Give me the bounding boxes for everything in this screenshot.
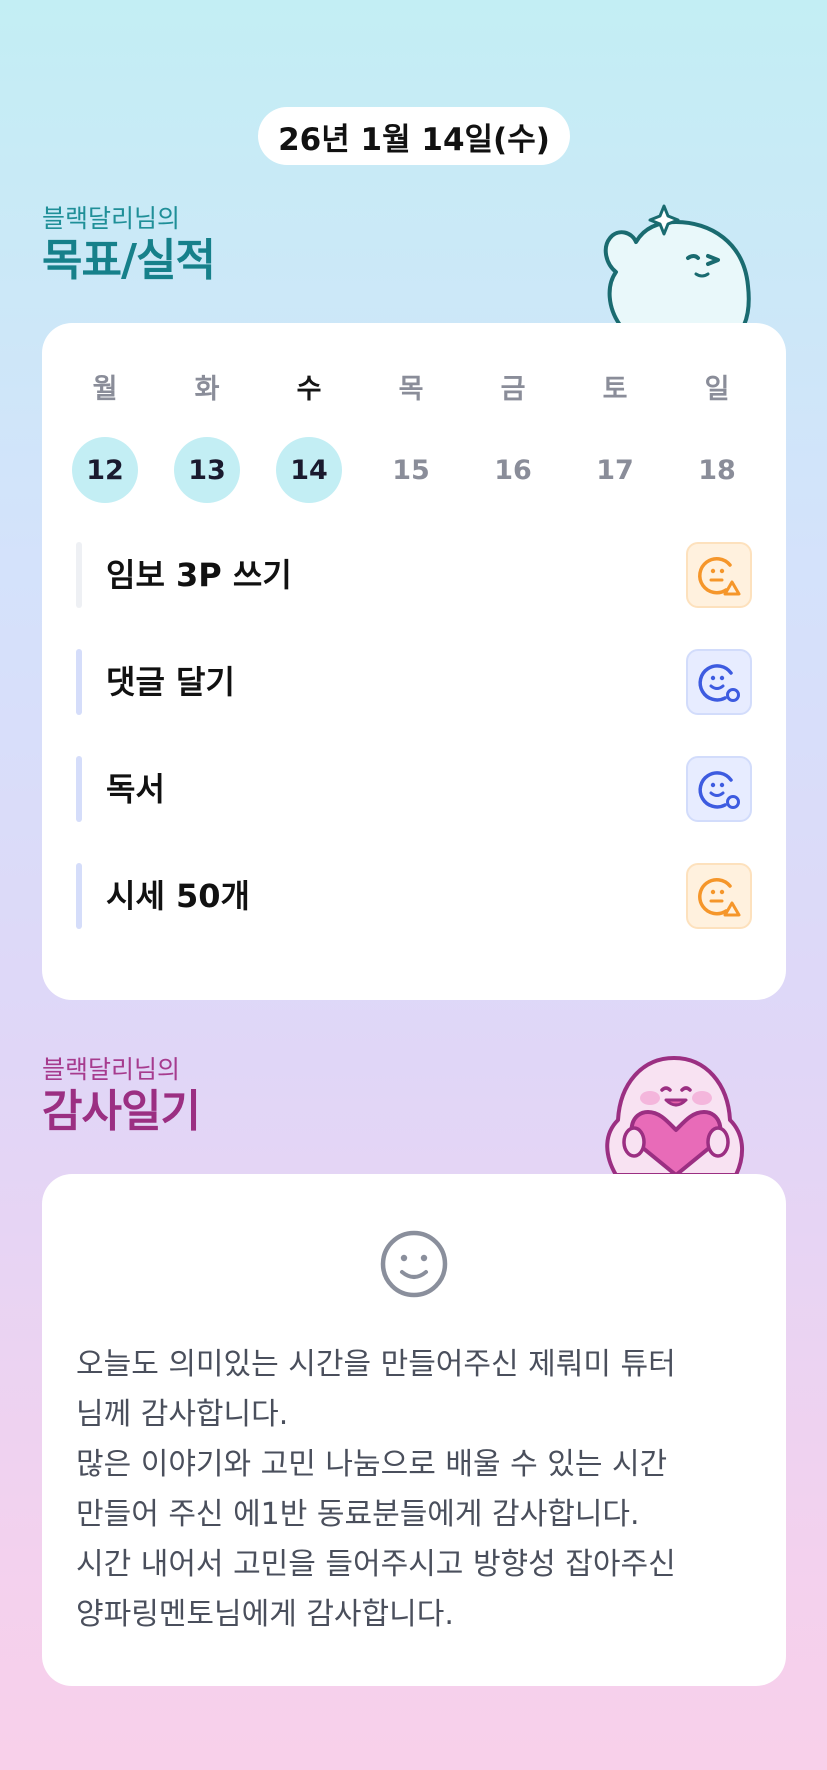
goal-text: 시세 50개 — [106, 877, 250, 915]
goal-text: 독서 — [106, 770, 165, 808]
day-number: 18 — [698, 454, 736, 486]
day-mon[interactable]: 월 12 — [72, 373, 138, 503]
day-label: 금 — [500, 374, 526, 405]
goal-status-button[interactable] — [686, 542, 752, 608]
diary-text: 오늘도 의미있는 시간을 만들어주신 제뤄미 튜터 님께 감사합니다. 많은 이… — [76, 1347, 676, 1632]
diary-title: 감사일기 — [42, 1086, 201, 1137]
goal-bar — [76, 863, 82, 929]
goals-subtitle: 블랙달리님의 — [42, 204, 181, 233]
diary-card: 오늘도 의미있는 시간을 만들어주신 제뤄미 튜터 님께 감사합니다. 많은 이… — [42, 1174, 786, 1686]
day-sat[interactable]: 토 17 — [582, 373, 648, 503]
smiley-face-icon — [380, 1230, 448, 1298]
day-sun[interactable]: 일 18 — [684, 373, 750, 503]
goals-title: 목표/실적 — [42, 235, 216, 286]
goal-bar — [76, 542, 82, 608]
goals-section-heading: 블랙달리님의 목표/실적 — [42, 203, 216, 287]
goal-status-button[interactable] — [686, 649, 752, 715]
day-label: 수 — [296, 374, 322, 405]
day-label: 일 — [704, 374, 730, 405]
heart-mascot-icon — [605, 1056, 744, 1175]
goals-card: 월 12 화 13 수 14 목 15 금 16 토 17 일 18 임보 3P — [42, 323, 786, 1000]
day-number: 16 — [494, 454, 532, 486]
smile-triangle-icon — [698, 557, 741, 596]
diary-section-heading: 블랙달리님의 감사일기 — [42, 1054, 201, 1138]
day-number: 15 — [392, 454, 430, 486]
smile-circle-icon — [698, 664, 740, 702]
day-wed[interactable]: 수 14 — [276, 373, 342, 503]
goal-item[interactable]: 독서 — [76, 756, 752, 822]
goal-item[interactable]: 댓글 달기 — [76, 649, 752, 715]
day-thu[interactable]: 목 15 — [378, 373, 444, 503]
smile-circle-icon — [698, 771, 740, 809]
goal-text: 임보 3P 쓰기 — [106, 556, 292, 594]
day-number: 14 — [276, 437, 342, 503]
goal-bar — [76, 649, 82, 715]
week-calendar: 월 12 화 13 수 14 목 15 금 16 토 17 일 18 — [72, 373, 758, 505]
diary-subtitle: 블랙달리님의 — [42, 1055, 181, 1084]
day-tue[interactable]: 화 13 — [174, 373, 240, 503]
day-label: 토 — [602, 374, 628, 405]
smile-triangle-icon — [698, 878, 741, 917]
day-label: 목 — [398, 374, 424, 405]
day-fri[interactable]: 금 16 — [480, 373, 546, 503]
day-number: 17 — [596, 454, 634, 486]
goal-bar — [76, 756, 82, 822]
goal-status-button[interactable] — [686, 863, 752, 929]
day-number: 12 — [72, 437, 138, 503]
waving-mascot-icon — [603, 204, 751, 325]
goal-text: 댓글 달기 — [106, 663, 235, 701]
date-label: 26년 1월 14일(수) — [278, 121, 550, 158]
day-label: 화 — [194, 374, 220, 405]
date-pill[interactable]: 26년 1월 14일(수) — [258, 107, 570, 165]
day-number: 13 — [174, 437, 240, 503]
day-label: 월 — [92, 374, 118, 405]
goal-item[interactable]: 임보 3P 쓰기 — [76, 542, 752, 608]
goal-status-button[interactable] — [686, 756, 752, 822]
goal-item[interactable]: 시세 50개 — [76, 863, 752, 929]
